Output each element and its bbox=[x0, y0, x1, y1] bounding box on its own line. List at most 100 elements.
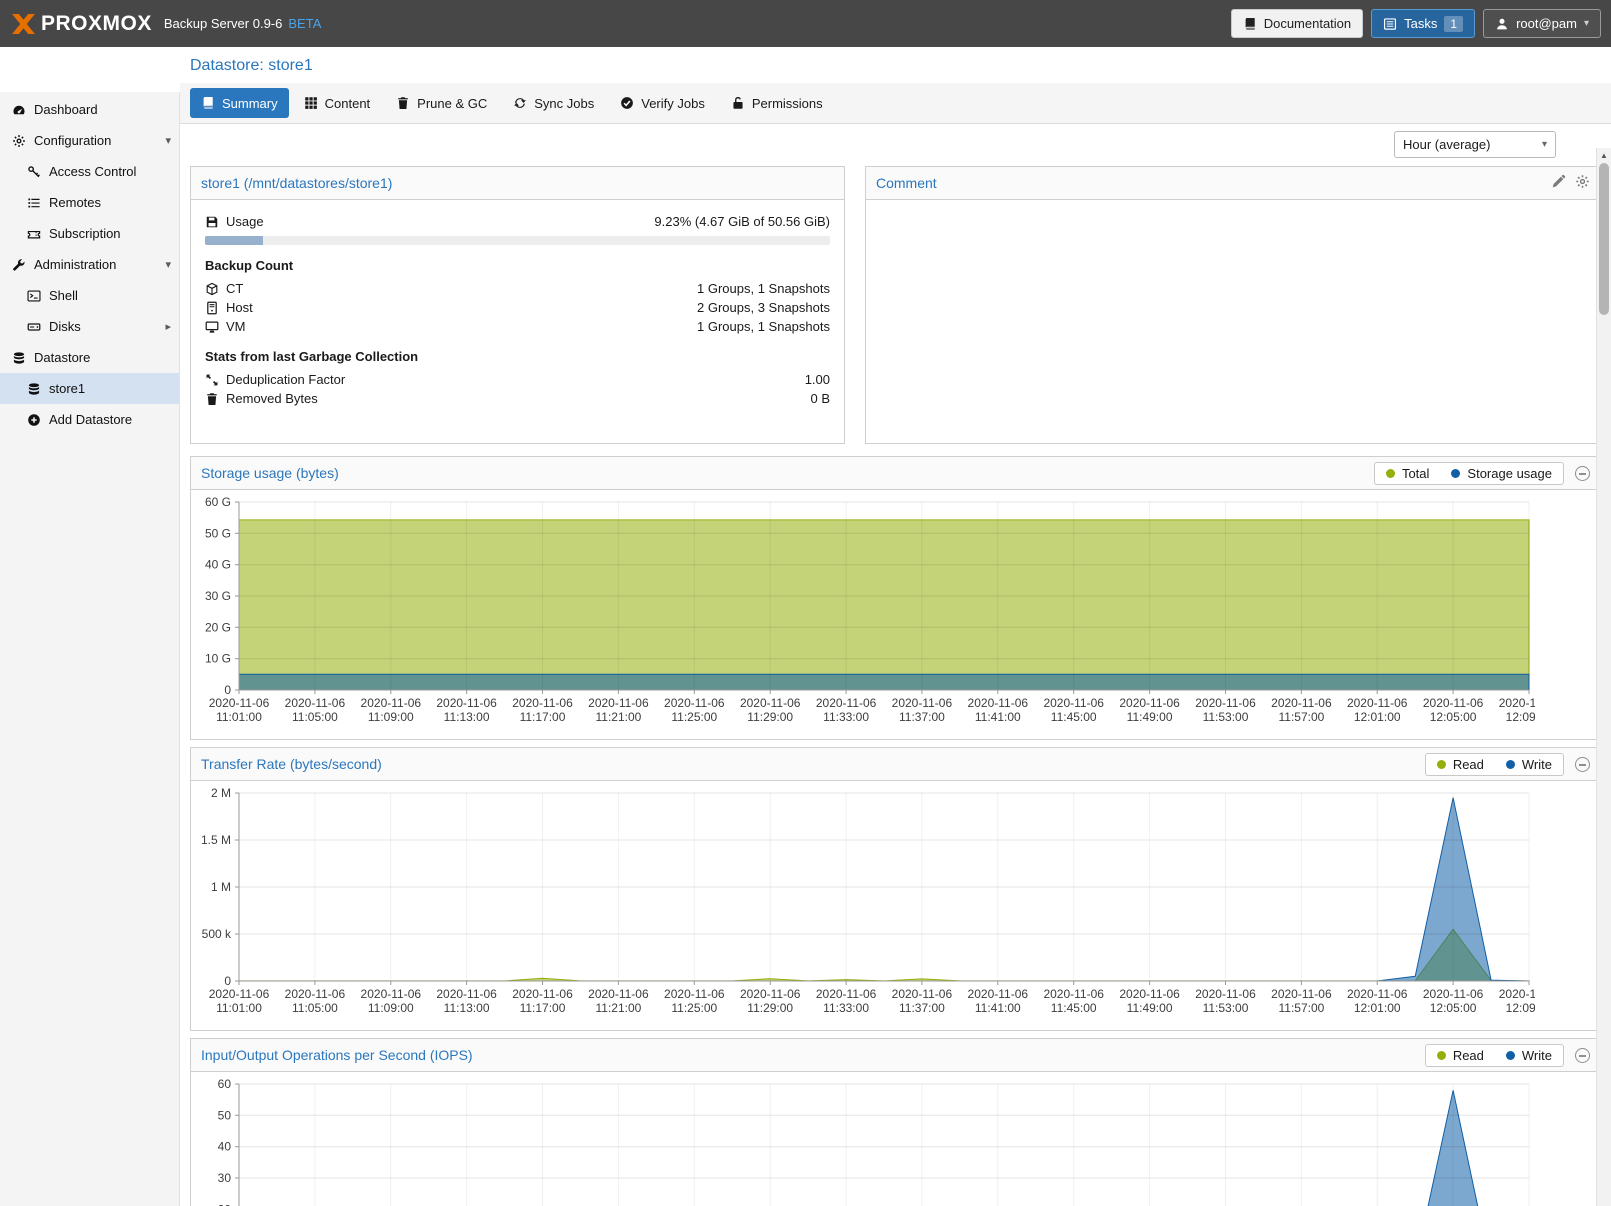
edit-comment-button[interactable] bbox=[1551, 174, 1566, 193]
svg-text:11:01:00: 11:01:00 bbox=[216, 710, 262, 724]
svg-text:2020-11-06: 2020-11-06 bbox=[588, 696, 649, 710]
svg-text:30 G: 30 G bbox=[205, 589, 231, 603]
legend-dot bbox=[1386, 469, 1395, 478]
svg-text:11:21:00: 11:21:00 bbox=[595, 710, 641, 724]
sidebar-item-disks[interactable]: Disks ▸ bbox=[0, 311, 179, 342]
chevron-down-icon[interactable]: ▾ bbox=[165, 134, 171, 147]
sidebar-item-label: Disks bbox=[49, 319, 81, 334]
user-menu-button[interactable]: root@pam ▾ bbox=[1483, 9, 1601, 38]
svg-text:11:41:00: 11:41:00 bbox=[975, 1001, 1021, 1015]
documentation-label: Documentation bbox=[1264, 16, 1351, 31]
proxmox-logo: PROXMOX bbox=[10, 10, 152, 37]
tasks-button[interactable]: Tasks 1 bbox=[1371, 9, 1475, 38]
svg-text:11:21:00: 11:21:00 bbox=[595, 1001, 641, 1015]
svg-text:2020-11-06: 2020-11-06 bbox=[1347, 696, 1408, 710]
svg-text:12:05:00: 12:05:00 bbox=[1430, 710, 1477, 724]
sidebar-item-datastore[interactable]: Datastore bbox=[0, 342, 179, 373]
svg-text:2020-11-06: 2020-11-06 bbox=[1271, 987, 1332, 1001]
sidebar-item-administration[interactable]: Administration ▾ bbox=[0, 249, 179, 280]
tab-summary[interactable]: Summary bbox=[190, 88, 289, 118]
row-value: 2 Groups, 3 Snapshots bbox=[697, 300, 830, 315]
svg-text:11:25:00: 11:25:00 bbox=[671, 710, 717, 724]
legend-label: Read bbox=[1453, 757, 1484, 772]
sidebar-item-access-control[interactable]: Access Control bbox=[0, 156, 179, 187]
svg-text:11:29:00: 11:29:00 bbox=[747, 710, 793, 724]
unlock-icon bbox=[731, 96, 745, 110]
settings-button[interactable] bbox=[1575, 174, 1590, 193]
tabbar: Summary Content Prune & GC Sync Jobs Ver… bbox=[180, 83, 1611, 124]
usage-value: 9.23% (4.67 GiB of 50.56 GiB) bbox=[654, 214, 830, 229]
beta-link[interactable]: BETA bbox=[288, 16, 321, 31]
tab-label: Permissions bbox=[752, 96, 823, 111]
summary-toolbar: Hour (average) ▾ bbox=[180, 124, 1611, 164]
gc-row-dedup: Deduplication Factor 1.00 bbox=[205, 370, 830, 389]
hdd-icon bbox=[27, 320, 41, 334]
server-icon bbox=[205, 301, 219, 315]
user-icon bbox=[1495, 17, 1509, 31]
trash-icon bbox=[205, 392, 219, 406]
tab-prune-gc[interactable]: Prune & GC bbox=[385, 88, 498, 118]
row-value: 1.00 bbox=[805, 372, 830, 387]
scrollbar-thumb[interactable] bbox=[1599, 163, 1609, 315]
svg-text:20: 20 bbox=[218, 1202, 232, 1206]
database-icon bbox=[27, 382, 41, 396]
sidebar-item-store1[interactable]: store1 bbox=[0, 373, 179, 404]
gc-row-removed-bytes: Removed Bytes 0 B bbox=[205, 389, 830, 408]
chevron-down-icon: ▾ bbox=[1584, 18, 1589, 29]
svg-text:2020-11-06: 2020-11-06 bbox=[361, 696, 422, 710]
sidebar-item-remotes[interactable]: Remotes bbox=[0, 187, 179, 218]
tab-permissions[interactable]: Permissions bbox=[720, 88, 834, 118]
tab-label: Sync Jobs bbox=[534, 96, 594, 111]
sidebar-item-label: Add Datastore bbox=[49, 412, 132, 427]
svg-text:11:57:00: 11:57:00 bbox=[1278, 710, 1324, 724]
legend-item-write[interactable]: Write bbox=[1495, 1045, 1563, 1066]
brand-text: PROXMOX bbox=[41, 12, 152, 36]
svg-text:11:41:00: 11:41:00 bbox=[975, 710, 1021, 724]
legend-item-write[interactable]: Write bbox=[1495, 754, 1563, 775]
sidebar-item-add-datastore[interactable]: Add Datastore bbox=[0, 404, 179, 435]
svg-text:2020-11-06: 2020-11-06 bbox=[816, 696, 877, 710]
sidebar-item-dashboard[interactable]: Dashboard bbox=[0, 94, 179, 125]
legend-item-read[interactable]: Read bbox=[1426, 1045, 1495, 1066]
sidebar-item-shell[interactable]: Shell bbox=[0, 280, 179, 311]
grid-icon bbox=[304, 96, 318, 110]
svg-text:50 G: 50 G bbox=[205, 526, 231, 540]
collapse-icon[interactable] bbox=[1575, 757, 1590, 772]
svg-text:11:05:00: 11:05:00 bbox=[292, 710, 338, 724]
svg-text:2020-11-06: 2020-11-06 bbox=[816, 987, 877, 1001]
chevron-down-icon[interactable]: ▾ bbox=[165, 258, 171, 271]
legend-item-total[interactable]: Total bbox=[1375, 463, 1440, 484]
sidebar: Dashboard Configuration ▾ Access Control… bbox=[0, 92, 180, 1206]
collapse-icon[interactable] bbox=[1575, 466, 1590, 481]
svg-text:2020-11-06: 2020-11-06 bbox=[1271, 696, 1332, 710]
product-version: Backup Server 0.9-6 bbox=[164, 16, 283, 31]
compress-icon bbox=[205, 373, 219, 387]
sidebar-item-configuration[interactable]: Configuration ▾ bbox=[0, 125, 179, 156]
tab-content[interactable]: Content bbox=[293, 88, 382, 118]
monitor-icon bbox=[205, 320, 219, 334]
legend-item-storage-usage[interactable]: Storage usage bbox=[1440, 463, 1563, 484]
tab-verify-jobs[interactable]: Verify Jobs bbox=[609, 88, 716, 118]
sidebar-item-subscription[interactable]: Subscription bbox=[0, 218, 179, 249]
svg-text:12:05:00: 12:05:00 bbox=[1430, 1001, 1477, 1015]
row-label: Deduplication Factor bbox=[226, 372, 345, 387]
scrollbar[interactable]: ▲ bbox=[1596, 148, 1611, 1206]
legend-item-read[interactable]: Read bbox=[1426, 754, 1495, 775]
ticket-icon bbox=[27, 227, 41, 241]
tab-sync-jobs[interactable]: Sync Jobs bbox=[502, 88, 605, 118]
page-header: Datastore: store1 bbox=[180, 47, 1611, 83]
collapse-icon[interactable] bbox=[1575, 1048, 1590, 1063]
documentation-button[interactable]: Documentation bbox=[1231, 9, 1363, 38]
svg-text:12:09:00: 12:09:00 bbox=[1506, 1001, 1535, 1015]
legend-label: Storage usage bbox=[1467, 466, 1552, 481]
chevron-right-icon[interactable]: ▸ bbox=[165, 320, 171, 333]
svg-text:1 M: 1 M bbox=[211, 880, 231, 894]
svg-text:12:01:00: 12:01:00 bbox=[1354, 710, 1401, 724]
svg-text:20 G: 20 G bbox=[205, 620, 231, 634]
row-label: CT bbox=[226, 281, 243, 296]
proxmox-x-icon bbox=[10, 10, 37, 37]
scroll-up-icon[interactable]: ▲ bbox=[1597, 148, 1611, 163]
timeframe-select[interactable]: Hour (average) ▾ bbox=[1394, 131, 1556, 158]
svg-text:2020-11-06: 2020-11-06 bbox=[740, 987, 801, 1001]
transfer-rate-panel: Transfer Rate (bytes/second) Read Write bbox=[190, 747, 1601, 1031]
